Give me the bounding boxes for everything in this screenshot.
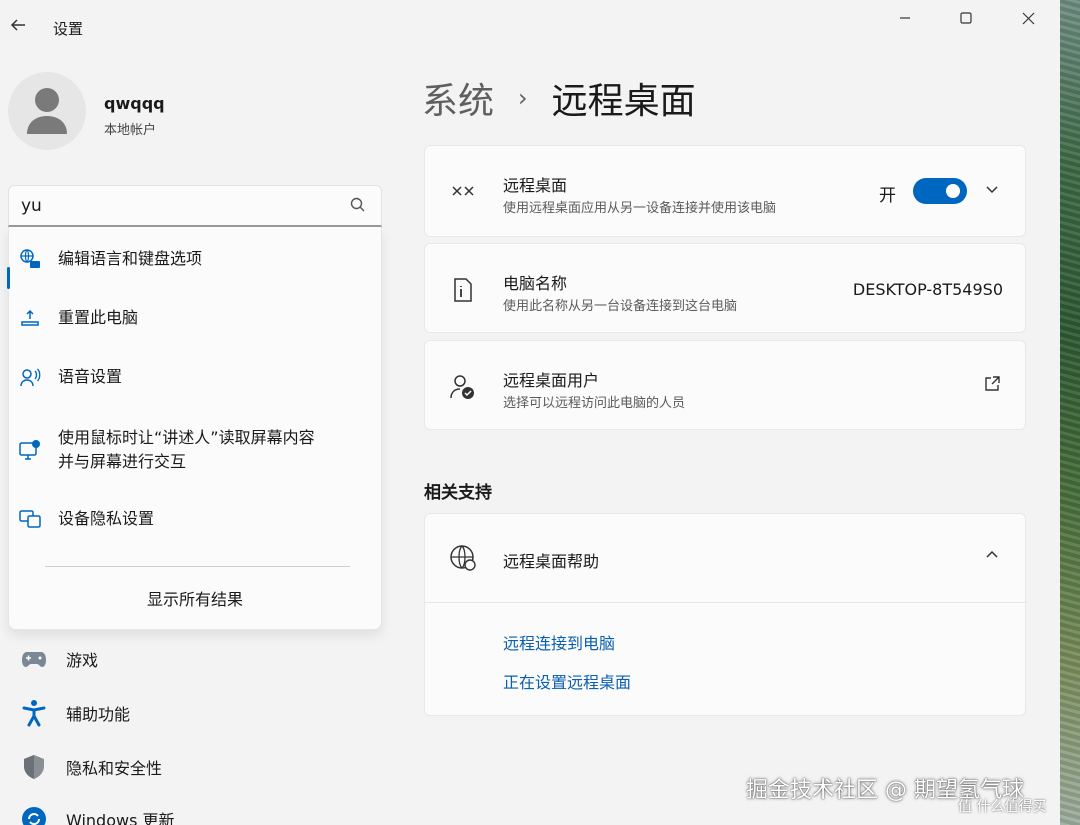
globe-icon bbox=[449, 544, 477, 572]
language-keyboard-icon bbox=[18, 247, 42, 271]
remote-desktop-icon bbox=[449, 177, 477, 205]
search-input[interactable] bbox=[21, 194, 341, 218]
search-result-item[interactable]: 设备隐私设置 bbox=[18, 507, 368, 531]
help-expander-header[interactable]: 远程桌面帮助 bbox=[425, 514, 1027, 603]
account-type: 本地帐户 bbox=[104, 123, 157, 138]
sidebar-item-label: 辅助功能 bbox=[66, 705, 131, 724]
speech-icon bbox=[18, 365, 42, 389]
avatar[interactable] bbox=[8, 72, 86, 150]
maximize-icon bbox=[960, 12, 972, 24]
watermark-text-secondary: 值 什么值得买 bbox=[958, 799, 1047, 815]
card-title: 远程桌面用户 bbox=[503, 371, 600, 390]
close-button[interactable] bbox=[1005, 4, 1051, 32]
gamepad-icon bbox=[20, 645, 48, 673]
show-all-results-button[interactable]: 显示所有结果 bbox=[8, 586, 382, 610]
search-result-item[interactable]: 语音设置 bbox=[18, 365, 368, 389]
search-result-label: 设备隐私设置 bbox=[58, 509, 155, 528]
help-link[interactable]: 远程连接到电脑 bbox=[503, 630, 615, 654]
search-icon[interactable] bbox=[349, 196, 367, 218]
sidebar-item-privacy[interactable]: 隐私和安全性 bbox=[20, 753, 162, 781]
search-result-item[interactable]: 使用鼠标时让“讲述人”读取屏幕内容 并与屏幕进行交互 bbox=[18, 426, 368, 474]
chevron-down-icon[interactable] bbox=[983, 180, 1001, 202]
user-check-icon bbox=[449, 373, 477, 401]
windows-update-icon bbox=[20, 805, 48, 825]
help-title: 远程桌面帮助 bbox=[503, 552, 600, 571]
search-result-item[interactable]: 重置此电脑 bbox=[18, 306, 368, 330]
card-subtitle: 选择可以远程访问此电脑的人员 bbox=[503, 396, 686, 411]
section-title: 相关支持 bbox=[424, 483, 492, 503]
external-link-icon[interactable] bbox=[983, 375, 1001, 397]
page-title: 远程桌面 bbox=[551, 81, 696, 122]
sidebar-item-label: 隐私和安全性 bbox=[66, 759, 163, 778]
divider bbox=[45, 566, 350, 567]
chevron-up-icon[interactable] bbox=[983, 546, 1001, 568]
card-subtitle: 使用此名称从另一台设备连接到这台电脑 bbox=[503, 299, 738, 314]
desktop-wallpaper bbox=[1060, 0, 1080, 825]
card-subtitle: 使用远程桌面应用从另一设备连接并使用该电脑 bbox=[503, 201, 777, 216]
remote-desktop-help-card: 远程桌面帮助 远程连接到电脑 正在设置远程桌面 bbox=[424, 513, 1027, 716]
pc-info-icon bbox=[449, 276, 477, 304]
reset-pc-icon bbox=[18, 306, 42, 330]
toggle-knob bbox=[946, 184, 960, 198]
accessibility-icon bbox=[20, 699, 48, 727]
remote-desktop-card[interactable]: 远程桌面 使用远程桌面应用从另一设备连接并使用该电脑 开 bbox=[424, 145, 1026, 237]
search-box[interactable] bbox=[8, 185, 382, 227]
settings-window: 设置 qwqqq 本地帐户 编辑语言和键盘选项 bbox=[0, 0, 1060, 825]
search-result-label: 重置此电脑 bbox=[58, 308, 139, 327]
sidebar-item-label: Windows 更新 bbox=[66, 811, 175, 825]
back-button[interactable] bbox=[6, 16, 30, 40]
user-name: qwqqq bbox=[104, 94, 165, 113]
breadcrumb-parent[interactable]: 系统 bbox=[422, 72, 494, 124]
sidebar-item-accessibility[interactable]: 辅助功能 bbox=[20, 699, 130, 727]
selection-indicator bbox=[7, 267, 10, 289]
minimize-icon bbox=[900, 17, 910, 19]
user-icon bbox=[27, 88, 67, 134]
card-title: 远程桌面 bbox=[503, 176, 568, 195]
chevron-right-icon: › bbox=[518, 84, 528, 112]
shield-icon bbox=[20, 753, 48, 781]
search-result-label: 语音设置 bbox=[58, 367, 123, 386]
pc-name-card: 电脑名称 使用此名称从另一台设备连接到这台电脑 DESKTOP-8T549S0 bbox=[424, 243, 1026, 333]
maximize-button[interactable] bbox=[943, 4, 989, 32]
sidebar-item-label: 游戏 bbox=[66, 651, 99, 670]
search-result-label-line2: 并与屏幕进行交互 bbox=[58, 452, 187, 471]
search-result-label: 使用鼠标时让“讲述人”读取屏幕内容 bbox=[58, 428, 315, 447]
help-link[interactable]: 正在设置远程桌面 bbox=[503, 669, 631, 693]
close-icon bbox=[1022, 12, 1034, 24]
minimize-button[interactable] bbox=[882, 4, 928, 32]
breadcrumb: 系统 › 远程桌面 bbox=[422, 72, 696, 124]
remote-desktop-users-card[interactable]: 远程桌面用户 选择可以远程访问此电脑的人员 bbox=[424, 340, 1026, 430]
title-bar: 设置 bbox=[0, 0, 1060, 58]
sidebar-item-gaming[interactable]: 游戏 bbox=[20, 645, 98, 673]
remote-desktop-toggle[interactable] bbox=[913, 178, 967, 204]
card-title: 电脑名称 bbox=[503, 274, 568, 293]
pc-name-value: DESKTOP-8T549S0 bbox=[852, 280, 1003, 299]
arrow-left-icon bbox=[10, 19, 25, 31]
toggle-state-label: 开 bbox=[879, 186, 896, 206]
sidebar-item-windows-update[interactable]: Windows 更新 bbox=[20, 805, 175, 825]
search-result-item[interactable]: 编辑语言和键盘选项 bbox=[18, 247, 368, 271]
app-title: 设置 bbox=[53, 20, 84, 38]
device-privacy-icon bbox=[18, 507, 42, 531]
narrator-icon bbox=[18, 438, 42, 462]
search-result-label: 编辑语言和键盘选项 bbox=[58, 249, 203, 268]
